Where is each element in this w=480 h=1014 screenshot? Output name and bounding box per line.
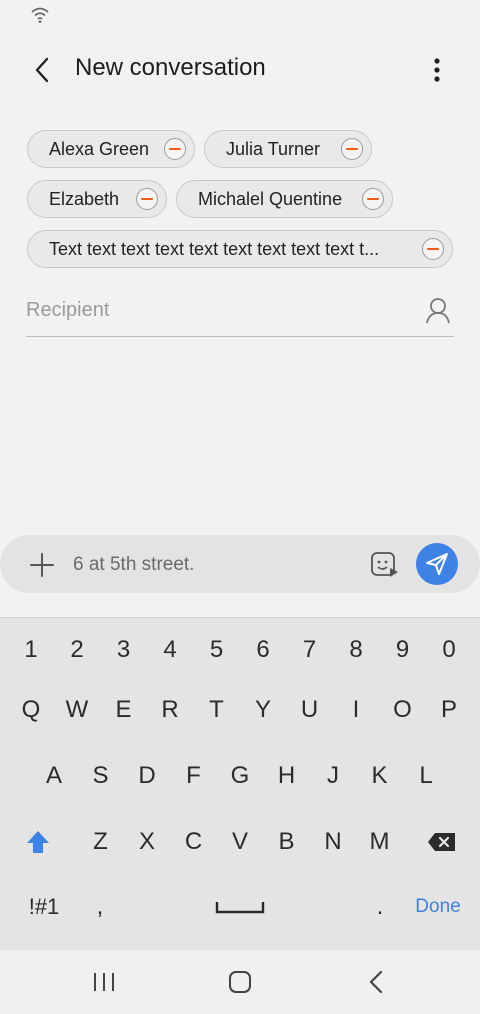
recipient-input[interactable] (26, 294, 406, 326)
recipient-chip-label: Elzabeth (49, 188, 120, 209)
key-x[interactable]: X (124, 812, 170, 872)
attach-button[interactable] (26, 549, 58, 581)
message-composer (0, 535, 480, 593)
page-title: New conversation (75, 54, 266, 81)
key-l[interactable]: L (403, 746, 449, 806)
plus-icon (30, 553, 54, 577)
space-bar-icon (215, 902, 265, 914)
key-f[interactable]: F (170, 746, 217, 806)
key-z[interactable]: Z (77, 812, 124, 872)
recipient-chip[interactable]: Elzabeth (27, 180, 167, 218)
key-u[interactable]: U (286, 680, 333, 740)
key-i[interactable]: I (333, 680, 379, 740)
recipient-chip-label: Julia Turner (226, 138, 321, 159)
contacts-button[interactable] (422, 294, 454, 326)
recipient-chip[interactable]: Text text text text text text text text … (27, 230, 453, 268)
recipient-chip[interactable]: Michalel Quentine (176, 180, 393, 218)
recipient-chip-label: Text text text text text text text text … (49, 238, 380, 259)
nav-back-icon (369, 970, 383, 994)
key-9[interactable]: 9 (379, 620, 426, 680)
home-icon (229, 971, 251, 993)
recipient-field (26, 290, 454, 337)
send-icon (426, 553, 448, 575)
key-1[interactable]: 1 (8, 620, 54, 680)
minus-icon (367, 198, 379, 200)
remove-recipient-button[interactable] (341, 138, 363, 160)
backspace-key[interactable] (414, 812, 470, 872)
key-e[interactable]: E (100, 680, 147, 740)
shift-arrow-icon (27, 831, 49, 853)
more-vertical-icon (434, 58, 440, 82)
remove-recipient-button[interactable] (136, 188, 158, 210)
key-2[interactable]: 2 (54, 620, 100, 680)
home-button[interactable] (220, 964, 260, 1000)
remove-recipient-button[interactable] (422, 238, 444, 260)
key-b[interactable]: B (263, 812, 310, 872)
recipient-chip[interactable]: Julia Turner (204, 130, 372, 168)
remove-recipient-button[interactable] (362, 188, 384, 210)
key-o[interactable]: O (379, 680, 426, 740)
key-6[interactable]: 6 (240, 620, 286, 680)
done-key[interactable]: Done (406, 877, 470, 937)
key-r[interactable]: R (147, 680, 193, 740)
recipient-chip-label: Alexa Green (49, 138, 150, 159)
key-y[interactable]: Y (240, 680, 286, 740)
key-g[interactable]: G (217, 746, 263, 806)
key-c[interactable]: C (170, 812, 217, 872)
key-4[interactable]: 4 (147, 620, 193, 680)
comma-key[interactable]: , (78, 877, 122, 937)
key-8[interactable]: 8 (333, 620, 379, 680)
keyboard-row-3: Z X C V B N M (0, 812, 480, 872)
recent-apps-button[interactable] (84, 964, 124, 1000)
back-button[interactable] (22, 52, 62, 88)
key-3[interactable]: 3 (100, 620, 147, 680)
shift-key[interactable] (14, 812, 62, 872)
contact-person-icon (426, 298, 450, 324)
key-q[interactable]: Q (8, 680, 54, 740)
recent-apps-icon (94, 973, 114, 991)
key-p[interactable]: P (426, 680, 472, 740)
key-5[interactable]: 5 (193, 620, 240, 680)
message-input[interactable] (73, 549, 353, 581)
key-s[interactable]: S (77, 746, 124, 806)
remove-recipient-button[interactable] (164, 138, 186, 160)
space-key[interactable] (130, 877, 350, 937)
send-button[interactable] (416, 543, 458, 585)
key-v[interactable]: V (217, 812, 263, 872)
status-bar (0, 0, 480, 34)
app-bar: New conversation (0, 40, 480, 100)
keyboard-row-1: Q W E R T Y U I O P (0, 680, 480, 740)
period-key[interactable]: . (358, 877, 402, 937)
keyboard: 1 2 3 4 5 6 7 8 9 0 Q W E R T Y U I O P … (0, 617, 480, 951)
sticker-button[interactable] (368, 549, 402, 581)
minus-icon (141, 198, 153, 200)
back-arrow-icon (35, 57, 49, 83)
nav-back-button[interactable] (356, 964, 396, 1000)
key-t[interactable]: T (193, 680, 240, 740)
sticker-icon (371, 552, 398, 577)
backspace-icon (428, 833, 455, 851)
key-a[interactable]: A (31, 746, 77, 806)
minus-icon (427, 248, 439, 250)
minus-icon (169, 148, 181, 150)
key-h[interactable]: H (263, 746, 310, 806)
system-nav-bar (0, 950, 480, 1014)
wifi-icon (31, 7, 49, 23)
key-w[interactable]: W (54, 680, 100, 740)
key-0[interactable]: 0 (426, 620, 472, 680)
key-m[interactable]: M (356, 812, 403, 872)
key-7[interactable]: 7 (286, 620, 333, 680)
keyboard-row-2: A S D F G H J K L (0, 746, 480, 806)
recipient-chip-label: Michalel Quentine (198, 188, 343, 209)
symbols-key[interactable]: !#1 (14, 877, 74, 937)
key-j[interactable]: J (310, 746, 356, 806)
minus-icon (346, 148, 358, 150)
more-options-button[interactable] (420, 52, 454, 88)
key-k[interactable]: K (356, 746, 403, 806)
key-n[interactable]: N (310, 812, 356, 872)
keyboard-number-row: 1 2 3 4 5 6 7 8 9 0 (0, 620, 480, 680)
key-d[interactable]: D (124, 746, 170, 806)
keyboard-bottom-row: !#1 , . Done (0, 877, 480, 937)
recipient-chip[interactable]: Alexa Green (27, 130, 195, 168)
